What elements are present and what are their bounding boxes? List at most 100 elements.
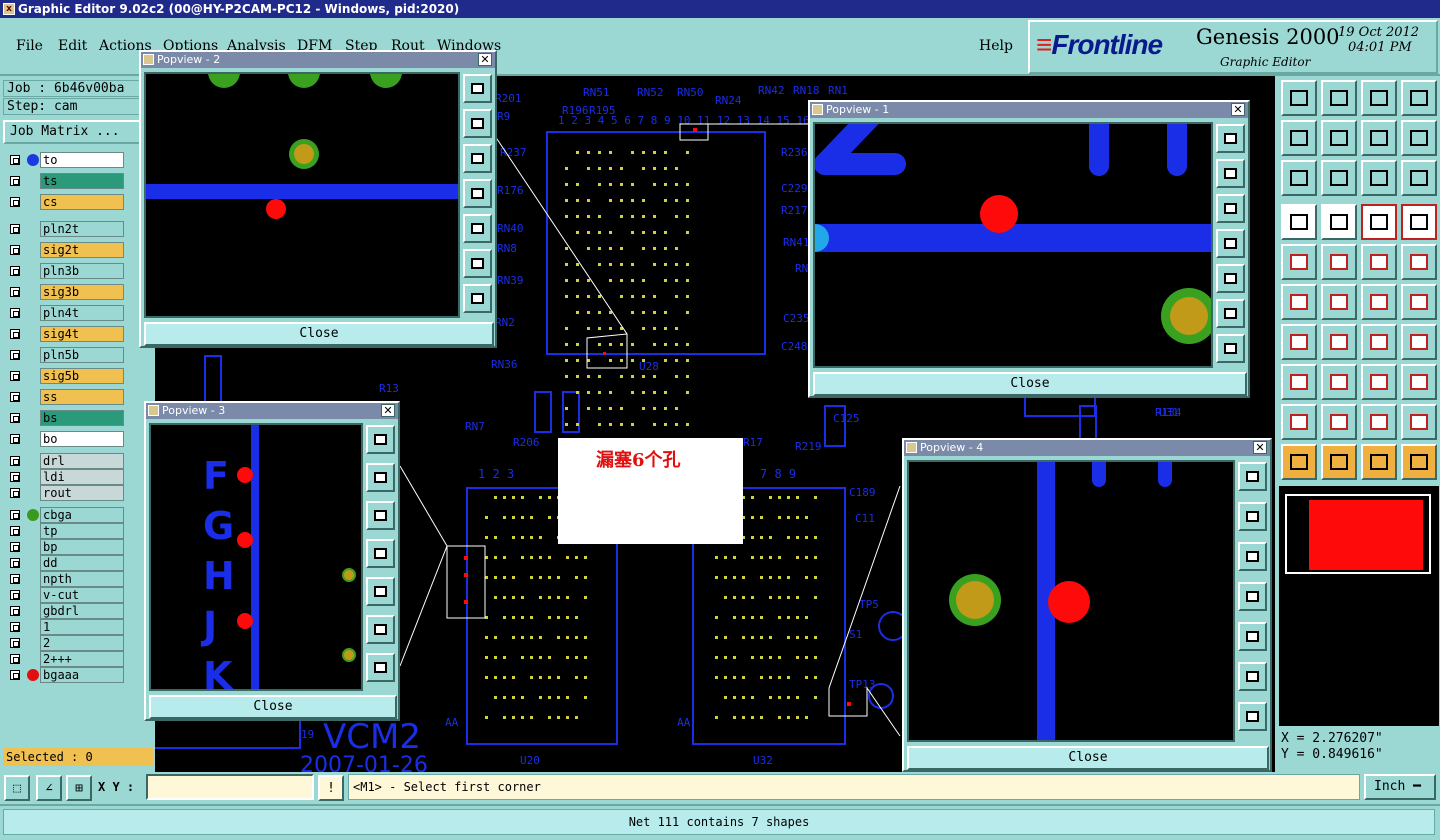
scale-1-2-button[interactable] <box>1361 160 1397 196</box>
layer-row-cs[interactable]: cs <box>6 194 124 210</box>
pan-left-button[interactable] <box>1281 120 1317 156</box>
layer-row-2[interactable]: 2 <box>6 635 124 651</box>
popview-down-button[interactable] <box>366 501 395 530</box>
layer-row-bo[interactable]: bo <box>6 431 124 447</box>
overview-minimap[interactable] <box>1279 486 1439 726</box>
align-tool-button[interactable] <box>1361 364 1397 400</box>
layer-checkbox[interactable] <box>10 670 20 680</box>
layer-row-ldi[interactable]: ldi <box>6 469 124 485</box>
layer-row-tp[interactable]: tp <box>6 523 124 539</box>
layer-checkbox[interactable] <box>10 574 20 584</box>
zoom-in-button[interactable] <box>1281 160 1317 196</box>
popview-view-button[interactable] <box>1238 462 1267 491</box>
popview-view-button[interactable] <box>1216 124 1245 153</box>
layer-checkbox[interactable] <box>10 308 20 318</box>
layer-row-gbdrl[interactable]: gbdrl <box>6 603 124 619</box>
layer-row-dd[interactable]: dd <box>6 555 124 571</box>
popview-4-window[interactable]: Popview - 4 ✕ Close <box>902 438 1272 772</box>
alert-icon[interactable]: ! <box>318 775 344 801</box>
popview-1-close-button[interactable]: Close <box>813 372 1247 396</box>
grid-button[interactable] <box>1321 204 1357 240</box>
layer-checkbox[interactable] <box>10 413 20 423</box>
popview-zoom-button[interactable] <box>1216 334 1245 363</box>
popview-3-close-button[interactable]: Close <box>149 695 397 719</box>
layer-checkbox[interactable] <box>10 329 20 339</box>
popview-zoom-button[interactable] <box>1238 702 1267 731</box>
popview-up-button[interactable] <box>1238 502 1267 531</box>
layer-row-sig2t[interactable]: sig2t <box>6 242 124 258</box>
layer-row-sig3b[interactable]: sig3b <box>6 284 124 300</box>
layer-row-pln3b[interactable]: pln3b <box>6 263 124 279</box>
layer-row-cbga[interactable]: cbga <box>6 507 124 523</box>
popview-3-view[interactable]: F G H J K <box>149 423 363 691</box>
popview-up-button[interactable] <box>463 109 492 138</box>
rout-cross-button[interactable] <box>1401 404 1437 440</box>
popview-4-close-button[interactable]: Close <box>907 746 1269 770</box>
layer-row-bs[interactable]: bs <box>6 410 124 426</box>
popview-1-view[interactable] <box>813 122 1213 368</box>
flip-tool-button[interactable] <box>1401 324 1437 360</box>
zoom-home-button[interactable] <box>1281 80 1317 116</box>
popview-zoom-button[interactable] <box>366 653 395 682</box>
measure-button[interactable] <box>1281 204 1317 240</box>
layer-row-sig5b[interactable]: sig5b <box>6 368 124 384</box>
layer-checkbox[interactable] <box>10 176 20 186</box>
layer-checkbox[interactable] <box>10 638 20 648</box>
popview-up-button[interactable] <box>1216 159 1245 188</box>
popview-right-button[interactable] <box>366 577 395 606</box>
popview-2-title-bar[interactable]: Popview - 2 ✕ <box>141 52 495 68</box>
popview-down-button[interactable] <box>463 144 492 173</box>
rout-arc-button[interactable] <box>1361 404 1397 440</box>
zoom-area-button[interactable] <box>1401 120 1437 156</box>
popview-2-view[interactable] <box>144 72 460 318</box>
popview-3-title-bar[interactable]: Popview - 3 ✕ <box>146 403 398 419</box>
net-select-button[interactable] <box>1281 284 1317 320</box>
angle-mode-button[interactable]: ∠ <box>36 775 62 801</box>
layer-row-pln4t[interactable]: pln4t <box>6 305 124 321</box>
close-icon[interactable]: ✕ <box>478 53 492 66</box>
layer-checkbox[interactable] <box>10 456 20 466</box>
popview-4-view[interactable] <box>907 460 1235 742</box>
rout-up-button[interactable] <box>1281 404 1317 440</box>
close-icon[interactable]: ✕ <box>1253 441 1267 454</box>
popview-down-button[interactable] <box>1238 542 1267 571</box>
layer-checkbox[interactable] <box>10 558 20 568</box>
layer-checkbox[interactable] <box>10 472 20 482</box>
popview-down-button[interactable] <box>1216 194 1245 223</box>
zoom-window-button[interactable] <box>1401 80 1437 116</box>
layer-row-ts[interactable]: ts <box>6 173 124 189</box>
layer-checkbox[interactable] <box>10 488 20 498</box>
units-select[interactable]: Inch ━ <box>1364 774 1436 800</box>
close-icon[interactable]: ✕ <box>381 404 395 417</box>
layer-checkbox[interactable] <box>10 654 20 664</box>
menu-help[interactable]: Help <box>979 38 1013 54</box>
layer-checkbox[interactable] <box>10 392 20 402</box>
layer-checkbox[interactable] <box>10 287 20 297</box>
snap-corner-button[interactable] <box>1321 244 1357 280</box>
pointer-net-button[interactable] <box>1401 444 1437 480</box>
pad-tool-button[interactable] <box>1281 364 1317 400</box>
popview-2-window[interactable]: Popview - 2 ✕ Close <box>139 50 497 348</box>
layer-row-pln5b[interactable]: pln5b <box>6 347 124 363</box>
layer-checkbox[interactable] <box>10 622 20 632</box>
point-select-button[interactable] <box>1361 284 1397 320</box>
layer-row-drl[interactable]: drl <box>6 453 124 469</box>
move-tool-button[interactable] <box>1321 364 1357 400</box>
display-features-button[interactable] <box>1401 204 1437 240</box>
pointer-click-button[interactable] <box>1361 444 1397 480</box>
angle-tool-button[interactable] <box>1281 324 1317 360</box>
popview-view-button[interactable] <box>366 425 395 454</box>
pan-right-button[interactable] <box>1321 120 1357 156</box>
layer-checkbox[interactable] <box>10 245 20 255</box>
popview-left-button[interactable] <box>1238 582 1267 611</box>
popview-1-title-bar[interactable]: Popview - 1 ✕ <box>810 102 1248 118</box>
cross-select-button[interactable] <box>1321 284 1357 320</box>
layer-checkbox[interactable] <box>10 510 20 520</box>
zoom-page-button[interactable] <box>1321 80 1357 116</box>
layer-checkbox[interactable] <box>10 224 20 234</box>
layer-checkbox[interactable] <box>10 526 20 536</box>
zoom-reset-button[interactable] <box>1361 120 1397 156</box>
layer-checkbox[interactable] <box>10 434 20 444</box>
layer-row-bgaaa[interactable]: bgaaa <box>6 667 124 683</box>
snap-center-button[interactable] <box>1281 244 1317 280</box>
